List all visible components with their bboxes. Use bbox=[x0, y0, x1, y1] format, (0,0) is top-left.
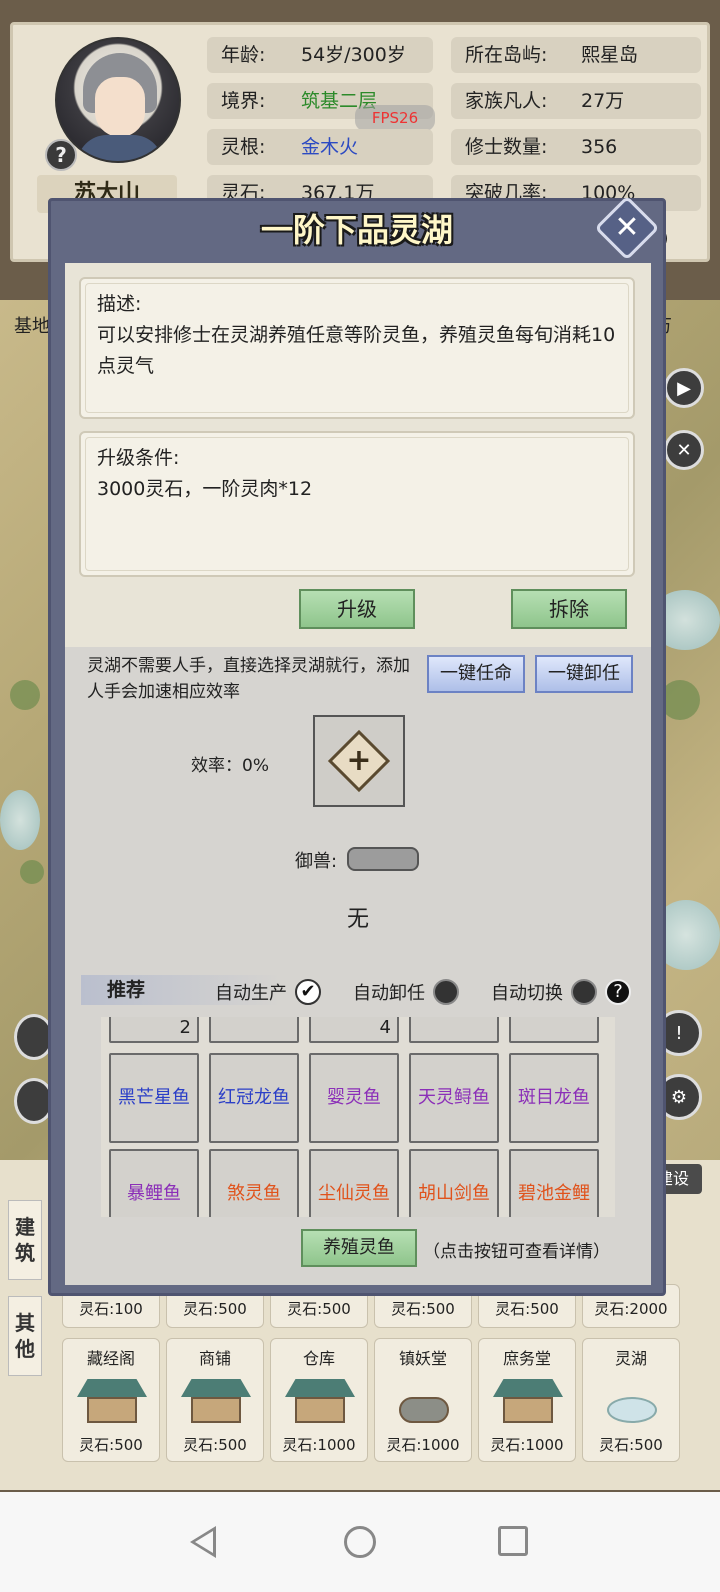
fish-option[interactable]: 婴灵鱼 bbox=[309, 1053, 399, 1143]
spirit-lake-dialog: 一阶下品灵湖 ✕ 描述: 可以安排修士在灵湖养殖任意等阶灵鱼，养殖灵鱼每旬消耗1… bbox=[48, 195, 666, 1296]
description-text: 可以安排修士在灵湖养殖任意等阶灵鱼，养殖灵鱼每旬消耗10点灵气 bbox=[97, 324, 616, 377]
efficiency-label: 效率：0% bbox=[191, 756, 269, 776]
island-stat: 所在岛屿: 熙星岛 bbox=[451, 37, 701, 73]
upgrade-title: 升级条件: bbox=[97, 447, 180, 469]
dialog-body: 描述: 可以安排修士在灵湖养殖任意等阶灵鱼，养殖灵鱼每旬消耗10点灵气 升级条件… bbox=[65, 263, 651, 1285]
auto-switch-label: 自动切换 bbox=[491, 983, 563, 1004]
fish-option[interactable]: 胡山剑鱼 bbox=[409, 1149, 499, 1217]
close-icon: ✕ bbox=[614, 210, 640, 245]
hall-icon bbox=[493, 1371, 563, 1427]
fish-count bbox=[509, 1017, 599, 1043]
fish-count bbox=[209, 1017, 299, 1043]
back-icon[interactable] bbox=[190, 1526, 216, 1558]
auto-unassign-label: 自动卸任 bbox=[353, 983, 425, 1004]
building-card-spirit-lake[interactable]: 灵湖 灵石:500 bbox=[582, 1338, 680, 1462]
worker-slot[interactable]: + bbox=[313, 715, 405, 807]
add-icon: + bbox=[327, 729, 391, 793]
fish-option[interactable]: 红冠龙鱼 bbox=[209, 1053, 299, 1143]
upgrade-text: 3000灵石，一阶灵肉*12 bbox=[97, 478, 313, 500]
home-icon[interactable] bbox=[344, 1526, 376, 1558]
fish-option[interactable]: 黑芒星鱼 bbox=[109, 1053, 199, 1143]
shop-icon bbox=[181, 1371, 251, 1427]
fish-option[interactable]: 碧池金鲤 bbox=[509, 1149, 599, 1217]
breed-hint: （点击按钮可查看详情） bbox=[423, 1242, 610, 1262]
fish-option[interactable]: 煞灵鱼 bbox=[209, 1149, 299, 1217]
urn-icon bbox=[389, 1371, 459, 1427]
base-label: 基地 bbox=[14, 316, 50, 337]
fish-count: 2 bbox=[109, 1017, 199, 1043]
pavilion-icon bbox=[77, 1371, 147, 1427]
tab-other[interactable]: 其他 bbox=[8, 1296, 42, 1376]
fish-grid: 2 4 黑芒星鱼 红冠龙鱼 婴灵鱼 天灵鲟鱼 斑目龙鱼 暴鲤鱼 煞灵鱼 尘仙灵鱼… bbox=[101, 1017, 615, 1217]
breed-fish-button[interactable]: 养殖灵鱼 bbox=[301, 1229, 417, 1267]
upgrade-button[interactable]: 升级 bbox=[299, 589, 415, 629]
description-title: 描述: bbox=[97, 293, 142, 315]
building-card-library[interactable]: 藏经阁 灵石:500 bbox=[62, 1338, 160, 1462]
description-box: 描述: 可以安排修士在灵湖养殖任意等阶灵鱼，养殖灵鱼每旬消耗10点灵气 bbox=[79, 277, 635, 419]
auto-switch-checkbox[interactable] bbox=[571, 979, 597, 1005]
staffing-note: 灵湖不需要人手，直接选择灵湖就行，添加人手会加速相应效率 bbox=[87, 656, 410, 702]
family-stat: 家族凡人: 27万 bbox=[451, 83, 701, 119]
upgrade-box: 升级条件: 3000灵石，一阶灵肉*12 bbox=[79, 431, 635, 577]
recent-apps-icon[interactable] bbox=[498, 1526, 528, 1556]
play-icon[interactable]: ▶ bbox=[664, 368, 704, 408]
building-card-warehouse[interactable]: 仓库 灵石:1000 bbox=[270, 1338, 368, 1462]
root-stat: 灵根: 金木火 bbox=[207, 129, 433, 165]
unassign-all-button[interactable]: 一键卸任 bbox=[535, 655, 633, 693]
assign-all-button[interactable]: 一键任命 bbox=[427, 655, 525, 693]
building-card-affairs-hall[interactable]: 庶务堂 灵石:1000 bbox=[478, 1338, 576, 1462]
fish-option[interactable]: 暴鲤鱼 bbox=[109, 1149, 199, 1217]
cultivators-stat: 修士数量: 356 bbox=[451, 129, 701, 165]
fps-counter: FPS26 bbox=[355, 105, 435, 131]
tab-build[interactable]: 建筑 bbox=[8, 1200, 42, 1280]
character-portrait[interactable] bbox=[55, 37, 181, 163]
system-nav-bar bbox=[0, 1492, 720, 1592]
demolish-button[interactable]: 拆除 bbox=[511, 589, 627, 629]
dialog-title: 一阶下品灵湖 bbox=[260, 211, 453, 249]
age-stat: 年龄: 54岁/300岁 bbox=[207, 37, 433, 73]
fish-option[interactable]: 天灵鲟鱼 bbox=[409, 1053, 499, 1143]
fish-count bbox=[409, 1017, 499, 1043]
beast-selector[interactable] bbox=[347, 847, 419, 871]
cross-icon[interactable]: ✕ bbox=[664, 430, 704, 470]
auto-produce-checkbox[interactable]: ✔ bbox=[295, 979, 321, 1005]
fish-option[interactable]: 尘仙灵鱼 bbox=[309, 1149, 399, 1217]
auto-unassign-checkbox[interactable] bbox=[433, 979, 459, 1005]
building-card-shop[interactable]: 商铺 灵石:500 bbox=[166, 1338, 264, 1462]
building-card-demon-hall[interactable]: 镇妖堂 灵石:1000 bbox=[374, 1338, 472, 1462]
beast-label: 御兽: bbox=[295, 851, 338, 872]
warehouse-icon bbox=[285, 1371, 355, 1427]
fish-count: 4 bbox=[309, 1017, 399, 1043]
help-icon[interactable]: ? bbox=[605, 979, 631, 1005]
lake-icon bbox=[597, 1371, 667, 1427]
auto-produce-label: 自动生产 bbox=[215, 983, 287, 1004]
fish-option[interactable]: 斑目龙鱼 bbox=[509, 1053, 599, 1143]
help-icon[interactable]: ? bbox=[45, 139, 77, 171]
current-fish: 无 bbox=[346, 907, 369, 932]
staffing-section: 灵湖不需要人手，直接选择灵湖就行，添加人手会加速相应效率 一键任命 一键卸任 效… bbox=[65, 647, 651, 1285]
